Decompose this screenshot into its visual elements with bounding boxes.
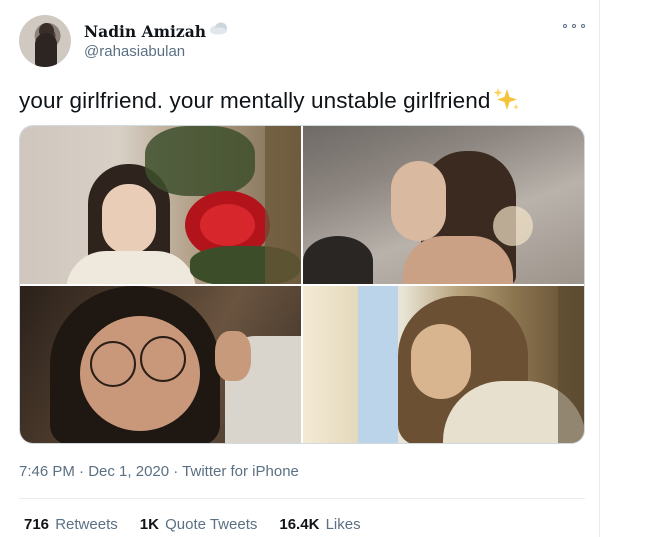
more-options-icon[interactable] [563,18,585,34]
divider [19,498,585,499]
retweets-label: Retweets [55,516,118,533]
avatar[interactable] [19,15,71,67]
tweet-text-container: your girlfriend. your mentally unstable … [19,86,520,114]
quote-tweets-count: 1K [139,516,159,533]
likes-stat[interactable]: 16.4K Likes [279,516,360,533]
photo-1[interactable] [20,126,301,284]
likes-label: Likes [325,516,361,533]
photo-2[interactable] [303,126,584,284]
likes-count: 16.4K [279,516,320,533]
photo-4[interactable] [303,286,584,443]
tweet-stats: 716 Retweets 1K Quote Tweets 16.4K Likes [24,516,383,533]
retweets-stat[interactable]: 716 Retweets [24,516,118,533]
author-name-row: Nadin Amizah [84,20,229,42]
quote-tweets-label: Quote Tweets [165,516,258,533]
media-grid [19,125,585,444]
meta-separator: · [74,463,89,480]
display-name[interactable]: Nadin Amizah [84,22,206,41]
meta-separator: · [169,463,183,480]
avatar-figure [35,33,57,67]
quote-tweets-stat[interactable]: 1K Quote Tweets [140,516,258,533]
tweet-text: your girlfriend. your mentally unstable … [19,88,491,113]
cloud-icon [209,21,229,35]
tweet-metadata: 7:46 PM · Dec 1, 2020 · Twitter for iPho… [19,463,299,480]
tweet-card: Nadin Amizah @rahasiabulan your girlfrie… [0,0,600,537]
sparkles-icon [492,86,520,112]
photo-3[interactable] [20,286,301,443]
author-handle[interactable]: @rahasiabulan [84,43,185,60]
tweet-date[interactable]: Dec 1, 2020 [88,463,169,480]
right-gutter [601,0,663,537]
tweet-time[interactable]: 7:46 PM [19,463,75,480]
retweets-count: 716 [24,516,50,533]
tweet-source[interactable]: Twitter for iPhone [182,463,299,480]
